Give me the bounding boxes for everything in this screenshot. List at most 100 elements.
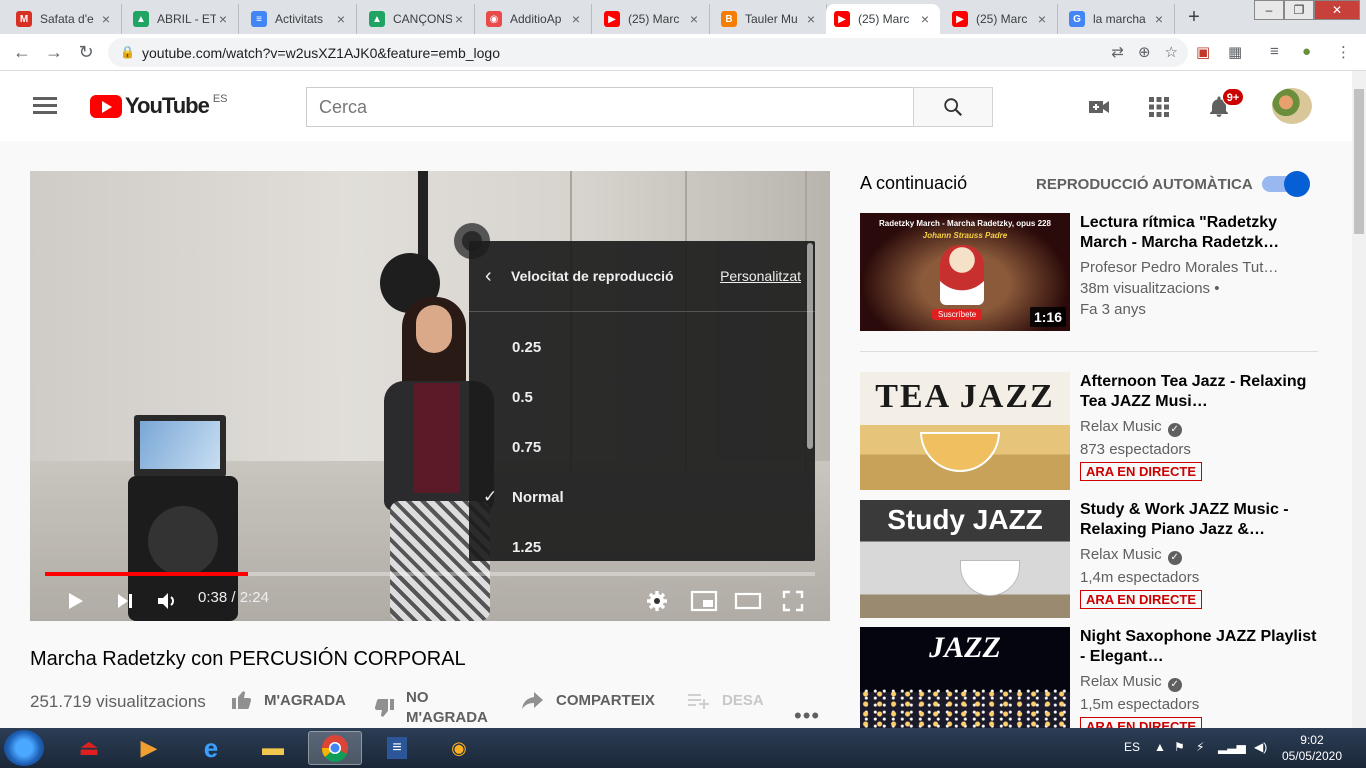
network-signal-icon[interactable]: ▂▃▅ [1218,740,1246,754]
browser-tab[interactable]: B Tauler Mu × [713,4,827,34]
forward-icon[interactable]: → [42,41,66,65]
back-chevron-icon[interactable]: ‹ [485,265,511,288]
back-icon[interactable]: ← [10,41,34,65]
apps-grid-icon[interactable] [1147,95,1171,119]
channel-name[interactable]: Profesor Pedro Morales Tut… [1080,259,1278,276]
browser-tab[interactable]: ▶ (25) Marc × [596,4,710,34]
share-button[interactable]: COMPARTEIX [520,688,655,712]
close-window-button[interactable]: ✕ [1314,0,1360,20]
browser-tab[interactable]: M Safata d'e × [8,4,122,34]
video-player[interactable]: ‹ Velocitat de reproducció Personalitzat… [30,171,830,621]
suggested-video-card[interactable]: Radetzky March - Marcha Radetzky, opus 2… [860,213,1320,331]
search-box[interactable] [306,87,914,127]
clock[interactable]: 9:02 05/05/2020 [1282,732,1342,764]
youtube-logo[interactable]: YouTube ES [90,93,228,119]
tab-close-icon[interactable]: × [1152,11,1166,27]
start-button[interactable] [4,730,44,766]
dislike-button[interactable]: NO M'AGRADA [372,688,502,728]
play-button[interactable] [62,589,88,613]
browser-tab[interactable]: ▲ CANÇONS × [361,4,475,34]
browser-tab[interactable]: ◉ AdditioAp × [478,4,592,34]
video-thumbnail[interactable]: Study JAZZ [860,500,1070,618]
media-player-icon: ▶ [140,735,158,760]
suggested-video-title[interactable]: Afternoon Tea Jazz - Relaxing Tea JAZZ M… [1080,372,1320,412]
taskbar-media-player[interactable]: ▶ [122,731,176,765]
browser-menu-icon[interactable]: ⋮ [1336,43,1351,61]
suggested-video-title[interactable]: Night Saxophone JAZZ Playlist - Elegant… [1080,627,1320,667]
video-thumbnail[interactable]: TEA JAZZ [860,372,1070,490]
speed-option[interactable]: 1.25 [469,522,815,572]
tab-close-icon[interactable]: × [918,11,932,27]
flag-icon[interactable]: ⚑ [1174,740,1185,754]
speed-option[interactable]: ✓ Normal [469,472,815,522]
address-bar[interactable]: 🔒 youtube.com/watch?v=w2usXZ1AJK0&featur… [108,38,1188,67]
translate-icon[interactable]: ⇄ [1111,43,1124,61]
custom-speed-link[interactable]: Personalitzat [720,268,801,284]
tab-close-icon[interactable]: × [569,11,583,27]
search-input[interactable] [307,88,913,126]
taskbar-file-explorer[interactable]: ▬ [246,731,300,765]
speed-option[interactable]: 0.75 [469,422,815,472]
reload-icon[interactable]: ↻ [74,41,98,65]
tab-close-icon[interactable]: × [99,11,113,27]
tray-expand-icon[interactable]: ▲ [1154,740,1166,754]
hamburger-menu-icon[interactable] [33,97,57,115]
zoom-icon[interactable]: ⊕ [1138,43,1151,61]
taskbar-word[interactable]: ≡ [370,731,424,765]
taskbar-internet-explorer[interactable]: e [184,731,238,765]
power-icon[interactable]: ⚡ [1196,740,1204,754]
tab-close-icon[interactable]: × [687,11,701,27]
bookmark-star-icon[interactable]: ☆ [1165,43,1178,61]
settings-gear-icon[interactable] [644,589,670,613]
tab-close-icon[interactable]: × [452,11,466,27]
autoplay-toggle[interactable] [1262,171,1310,197]
suggested-video-card[interactable]: TEA JAZZ Afternoon Tea Jazz - Relaxing Te… [860,372,1320,490]
pdf-extension-icon[interactable]: ▣ [1196,43,1210,61]
create-video-icon[interactable] [1087,95,1111,119]
verified-check-icon: ✓ [1167,551,1182,565]
page-scrollbar[interactable] [1352,71,1366,728]
media-queue-icon[interactable]: ≡ [1270,43,1279,60]
speaker-icon[interactable]: ◀) [1254,740,1267,754]
url-text[interactable]: youtube.com/watch?v=w2usXZ1AJK0&feature=… [142,45,500,61]
suggested-video-title[interactable]: Study & Work JAZZ Music - Relaxing Piano… [1080,500,1320,540]
taskbar-acrobat[interactable]: ⏏ [62,731,116,765]
tab-close-icon[interactable]: × [1035,11,1049,27]
speed-option[interactable]: 0.5 [469,372,815,422]
channel-name[interactable]: Relax Music [1080,546,1162,563]
fullscreen-icon[interactable] [780,589,806,613]
tab-close-icon[interactable]: × [804,11,818,27]
browser-tab[interactable]: ▶ (25) Marc × [826,4,940,34]
taskbar-chrome[interactable] [308,731,362,765]
tab-close-icon[interactable]: × [334,11,348,27]
like-button[interactable]: M'AGRADA [230,688,346,712]
avatar[interactable] [1272,88,1312,124]
minimize-button[interactable]: – [1254,0,1284,20]
profile-icon[interactable]: ● [1302,43,1311,60]
browser-tab[interactable]: ≡ Activitats × [243,4,357,34]
suggested-video-card[interactable]: Study JAZZ Study & Work JAZZ Music - Rela… [860,500,1320,618]
tab-close-icon[interactable]: × [216,11,230,27]
search-button[interactable] [913,87,993,127]
save-button[interactable]: DESA [686,688,764,712]
maximize-button[interactable]: ❐ [1284,0,1314,20]
language-indicator[interactable]: ES [1124,740,1140,754]
menu-scrollbar[interactable] [807,243,813,449]
video-thumbnail[interactable]: Radetzky March - Marcha Radetzky, opus 2… [860,213,1070,331]
browser-tab[interactable]: ▲ ABRIL - ET × [125,4,239,34]
channel-name[interactable]: Relax Music [1080,418,1162,435]
browser-tab[interactable]: ▶ (25) Marc × [944,4,1058,34]
new-tab-button[interactable]: + [1182,6,1206,30]
miniplayer-icon[interactable] [689,589,719,613]
channel-name[interactable]: Relax Music [1080,673,1162,690]
browser-tab[interactable]: Gla marcha × [1061,4,1175,34]
theater-mode-icon[interactable] [733,589,763,613]
taskbar-app[interactable]: ◉ [432,731,486,765]
suggested-video-title[interactable]: Lectura rítmica "Radetzky March - Marcha… [1080,213,1320,253]
progress-bar[interactable] [45,572,815,576]
speed-option[interactable]: 0.25 [469,322,815,372]
volume-icon[interactable] [154,589,180,613]
more-actions-icon[interactable]: ••• [794,703,820,729]
extensions-grid-icon[interactable]: ▦ [1228,43,1242,61]
next-video-button[interactable] [112,589,138,613]
